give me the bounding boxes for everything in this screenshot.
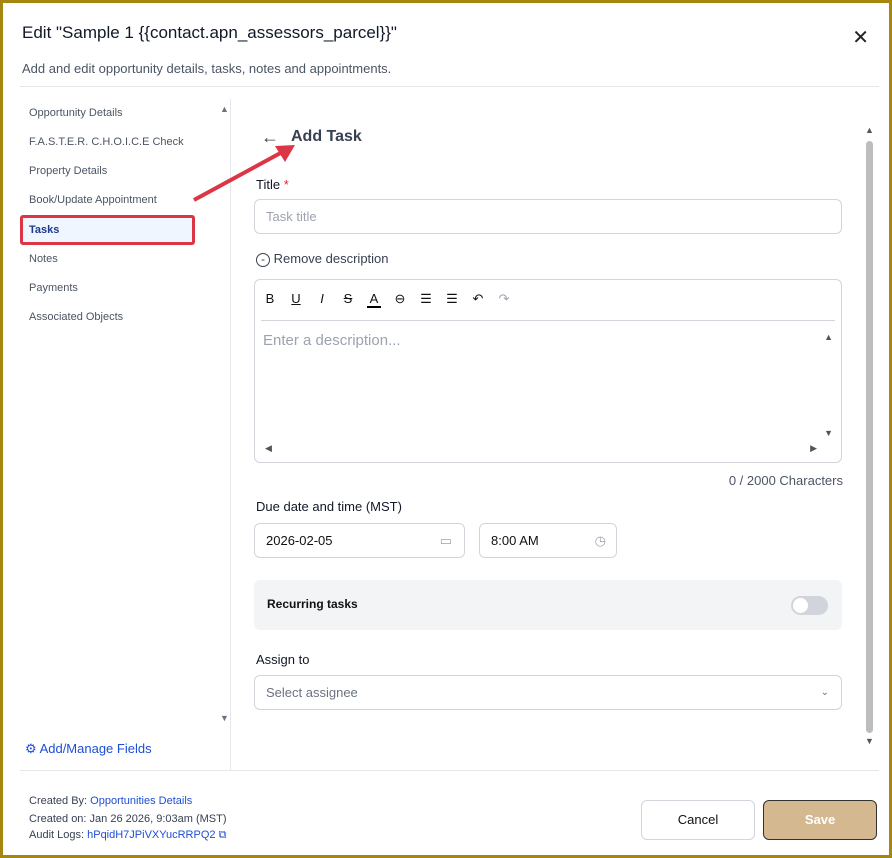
scroll-left-icon[interactable]: ◀ — [265, 443, 272, 454]
scroll-up-icon[interactable]: ▲ — [865, 125, 874, 135]
add-fields-label: Add/Manage Fields — [39, 741, 152, 756]
due-time-input[interactable]: 8:00 AM ◷ — [479, 523, 617, 558]
sidebar-item-tasks[interactable]: Tasks — [20, 215, 195, 245]
recurring-label: Recurring tasks — [267, 597, 358, 611]
scroll-right-icon[interactable]: ▶ — [810, 443, 817, 454]
audit-id-link[interactable]: hPqidH7JPiVXYucRRPQ2 — [87, 829, 215, 841]
divider — [20, 86, 879, 87]
created-by: Created By: Opportunities Details — [29, 795, 193, 807]
assign-label: Assign to — [256, 652, 310, 667]
recurring-tasks-row: Recurring tasks — [254, 580, 842, 630]
strikethrough-icon[interactable]: S — [341, 291, 355, 308]
sidebar-item-property-details[interactable]: Property Details — [20, 157, 215, 186]
assignee-select[interactable]: Select assignee ⌄ — [254, 675, 842, 710]
bold-icon[interactable]: B — [263, 291, 277, 308]
panel-heading: Add Task — [291, 128, 362, 145]
divider — [261, 320, 835, 321]
back-arrow-icon[interactable]: ← — [261, 127, 279, 148]
title-label: Title * — [256, 177, 289, 192]
scroll-up-icon[interactable]: ▲ — [220, 104, 229, 114]
scroll-up-icon[interactable]: ▲ — [824, 332, 833, 342]
minus-circle-icon: - — [256, 253, 270, 267]
annotation-arrow — [193, 145, 295, 202]
sidebar-item-appointment[interactable]: Book/Update Appointment — [20, 186, 215, 215]
chevron-down-icon: ⌄ — [820, 687, 829, 698]
undo-icon[interactable]: ↶ — [471, 291, 485, 308]
underline-icon[interactable]: U — [289, 291, 303, 308]
link-icon[interactable]: ⊖ — [393, 291, 407, 308]
task-title-input[interactable]: Task title — [254, 199, 842, 234]
save-button[interactable]: Save — [763, 800, 877, 840]
clock-icon: ◷ — [594, 533, 606, 548]
modal-subtitle: Add and edit opportunity details, tasks,… — [22, 61, 392, 76]
sidebar-item-opportunity-details[interactable]: Opportunity Details — [20, 99, 215, 128]
sidebar-item-faster-check[interactable]: F.A.S.T.E.R. C.H.O.I.C.E Check — [20, 128, 215, 157]
numbered-list-icon[interactable]: ☰ — [445, 291, 459, 308]
recurring-toggle[interactable] — [791, 596, 828, 615]
due-label: Due date and time (MST) — [256, 499, 402, 514]
char-count: 0 / 2000 Characters — [728, 473, 843, 488]
divider — [20, 770, 879, 771]
calendar-icon: ▭ — [439, 533, 452, 548]
redo-icon[interactable]: ↷ — [497, 291, 511, 308]
due-date-input[interactable]: 2026-02-05 ▭ — [254, 523, 465, 558]
copy-icon[interactable]: ⧉ — [219, 829, 227, 841]
audit-logs: Audit Logs: hPqidH7JPiVXYucRRPQ2 ⧉ — [29, 829, 227, 841]
sidebar-item-notes[interactable]: Notes — [20, 245, 215, 274]
bullet-list-icon[interactable]: ☰ — [419, 291, 433, 308]
created-by-link[interactable]: Opportunities Details — [90, 795, 192, 807]
description-editor[interactable]: B U I S A ⊖ ☰ ☰ ↶ ↷ Enter a description... ▲ ▼ ◀ … — [254, 279, 842, 463]
editor-toolbar: B U I S A ⊖ ☰ ☰ ↶ ↷ — [263, 291, 511, 308]
close-icon[interactable]: ✕ — [852, 25, 869, 50]
text-color-icon[interactable]: A — [367, 291, 381, 308]
scroll-down-icon[interactable]: ▼ — [865, 736, 874, 746]
sidebar-item-associated-objects[interactable]: Associated Objects — [20, 303, 215, 332]
modal-title: Edit "Sample 1 {{contact.apn_assessors_p… — [22, 23, 397, 42]
gear-icon: ⚙ — [25, 741, 37, 756]
remove-description-button[interactable]: - Remove description — [256, 251, 389, 267]
scroll-down-icon[interactable]: ▼ — [220, 713, 229, 723]
created-on: Created on: Jan 26 2026, 9:03am (MST) — [29, 813, 227, 825]
cancel-button[interactable]: Cancel — [641, 800, 755, 840]
sidebar-item-payments[interactable]: Payments — [20, 274, 215, 303]
main-scrollbar[interactable] — [866, 141, 873, 733]
add-manage-fields-link[interactable]: ⚙ Add/Manage Fields — [25, 741, 152, 757]
scroll-down-icon[interactable]: ▼ — [824, 428, 833, 438]
edit-modal: Edit "Sample 1 {{contact.apn_assessors_p… — [3, 3, 889, 855]
description-placeholder: Enter a description... — [263, 332, 401, 349]
italic-icon[interactable]: I — [315, 291, 329, 308]
